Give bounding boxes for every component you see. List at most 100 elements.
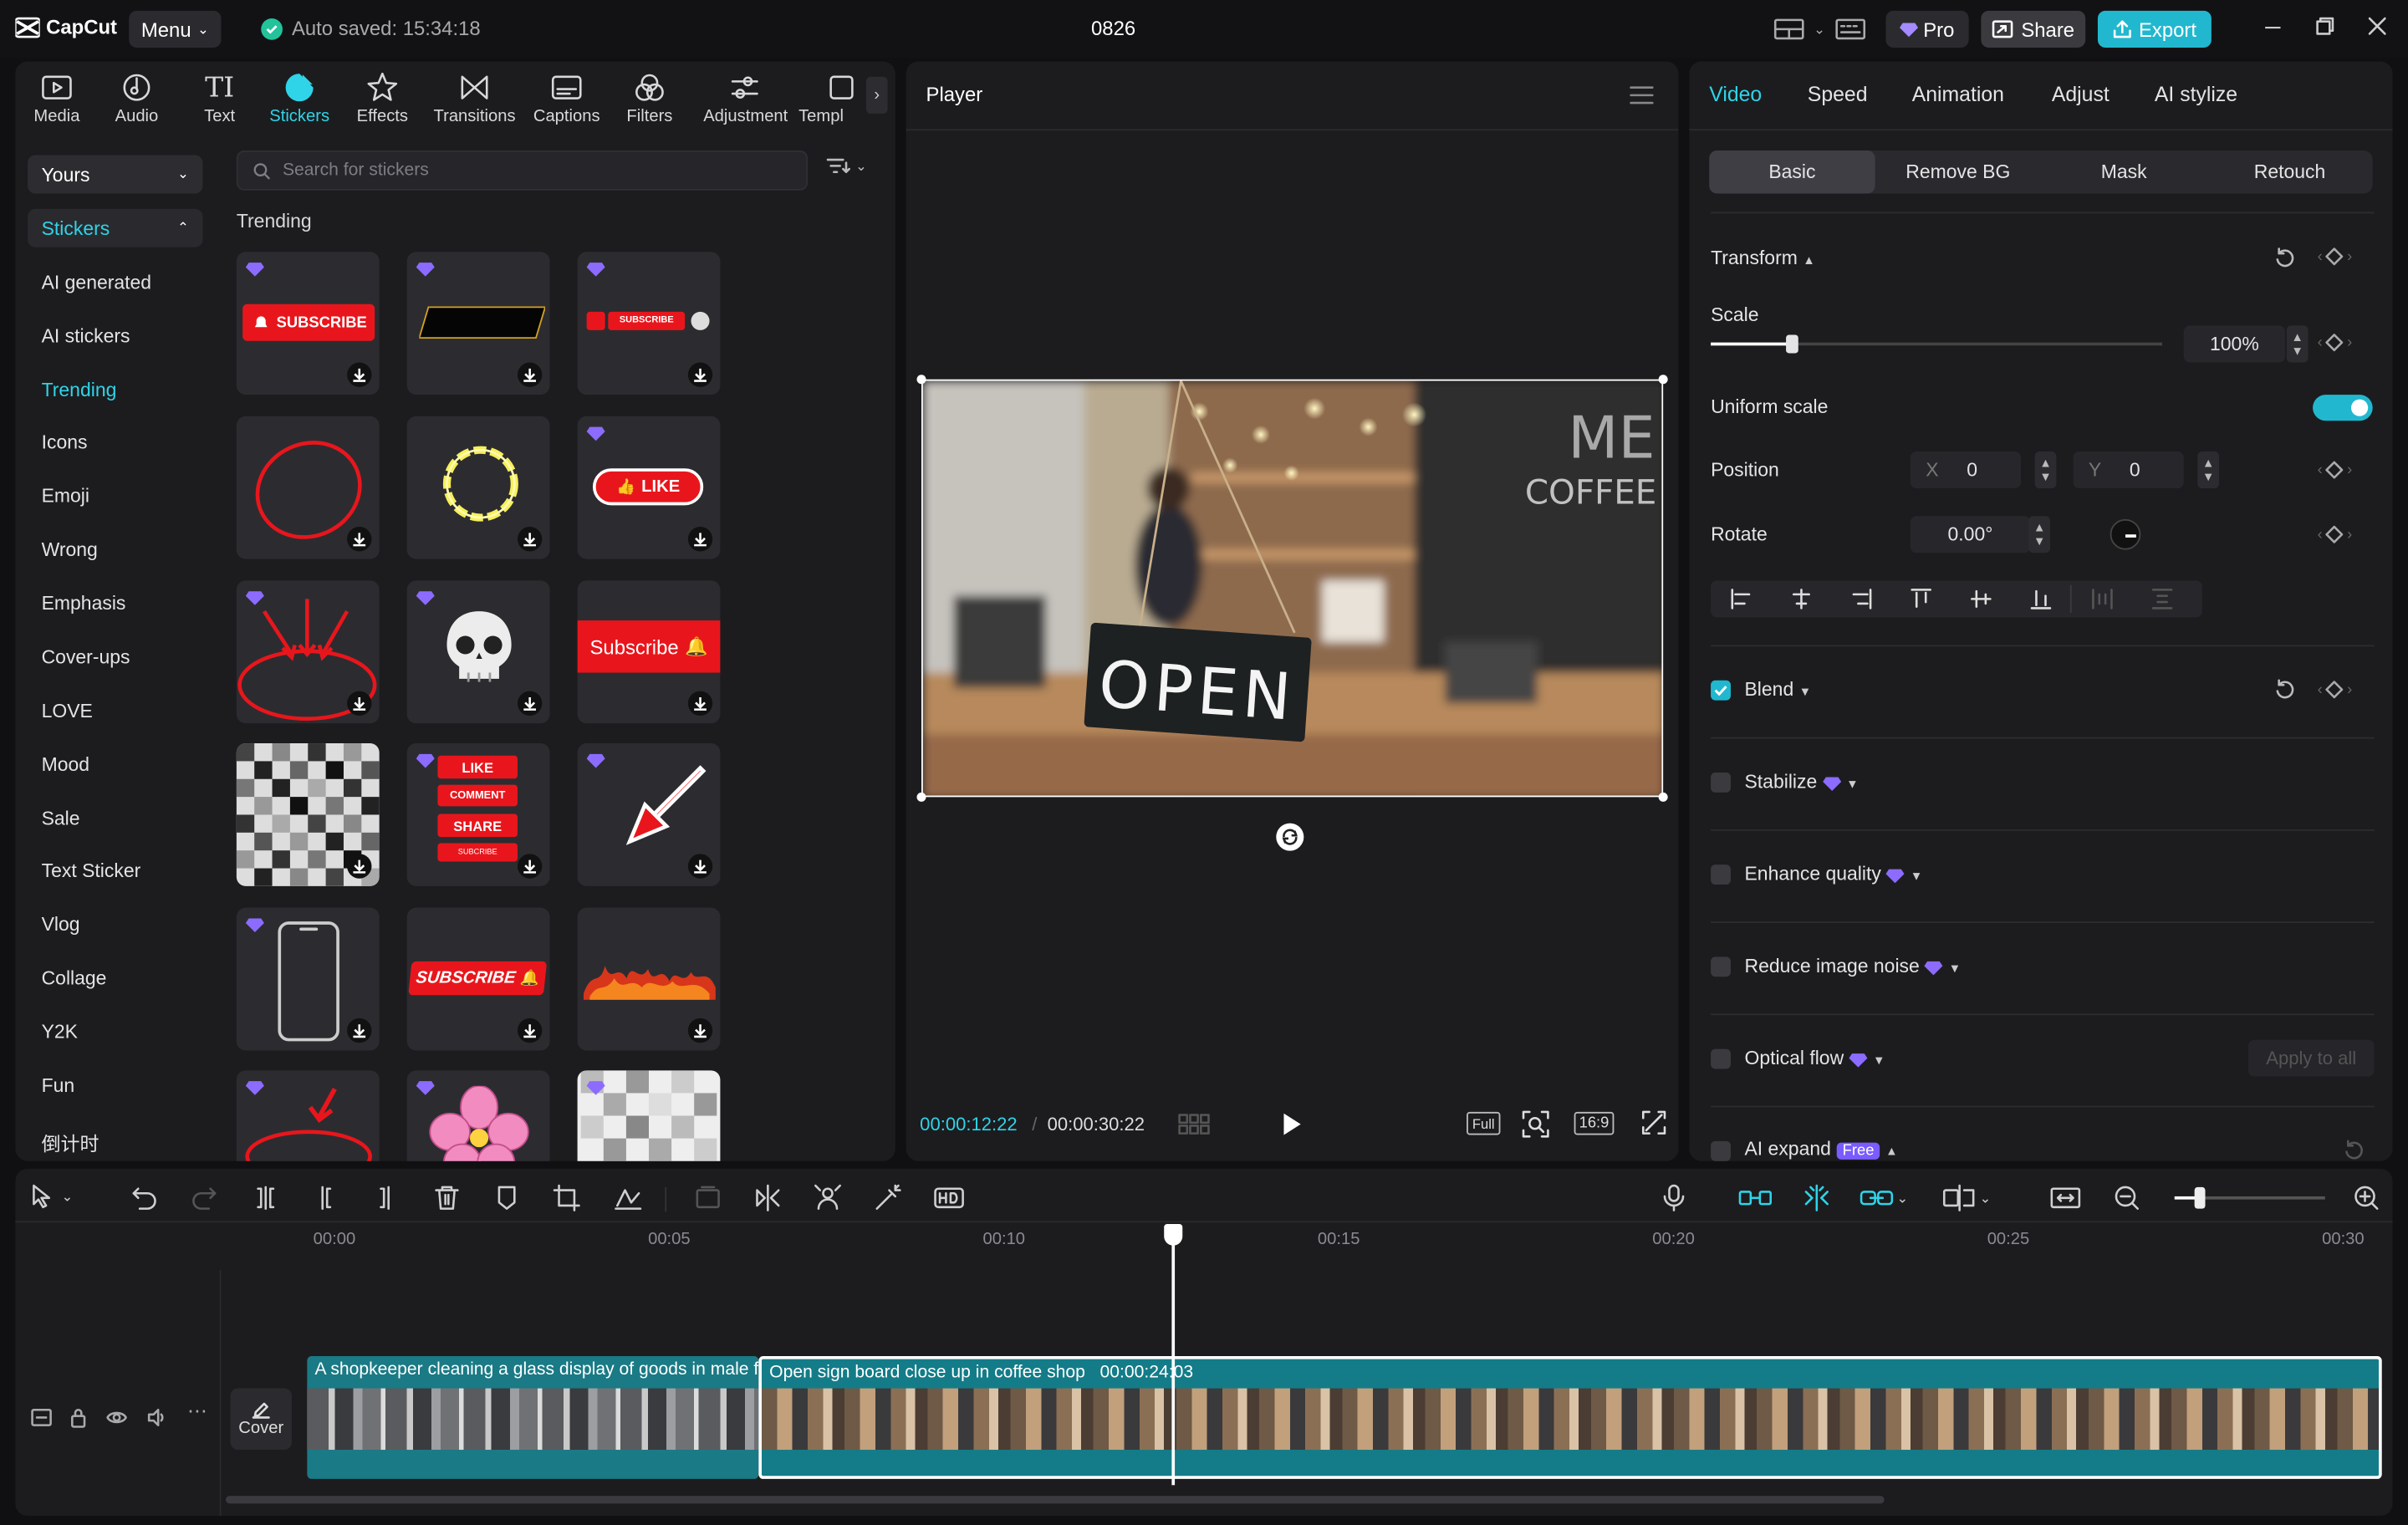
download-icon[interactable]	[517, 362, 543, 387]
tab-video[interactable]: Video	[1709, 83, 1762, 106]
layout-switcher[interactable]: ⌄	[1773, 17, 1865, 41]
download-icon[interactable]	[347, 691, 372, 716]
undo-icon[interactable]	[130, 1184, 158, 1211]
download-icon[interactable]	[347, 1018, 372, 1043]
timeline-grid-icon[interactable]	[1176, 1112, 1213, 1136]
zoom-fit-icon[interactable]	[1520, 1109, 1551, 1140]
category-ai-generated[interactable]: AI generated	[42, 272, 151, 293]
rotate-value-field[interactable]: 0.00°	[1910, 516, 2031, 553]
keyframe-icon[interactable]: ‹ ›	[2318, 247, 2352, 266]
sticker-glow-ring[interactable]	[406, 416, 550, 559]
share-button[interactable]: Share	[1981, 10, 2086, 48]
category-collage[interactable]: Collage	[42, 967, 107, 989]
tab-media[interactable]: Media	[15, 70, 98, 126]
tab-captions[interactable]: Captions	[525, 70, 608, 126]
zoom-slider[interactable]	[2174, 1186, 2325, 1209]
tab-adjustment[interactable]: Adjustment	[703, 70, 788, 126]
microphone-icon[interactable]	[1661, 1184, 1686, 1211]
search-input[interactable]: Search for stickers	[236, 150, 809, 191]
align-bottom-icon[interactable]	[2010, 589, 2070, 610]
magic-wand-icon[interactable]	[874, 1184, 901, 1211]
download-icon[interactable]	[347, 527, 372, 552]
sticker-pixel-mosaic[interactable]	[236, 743, 380, 886]
auto-snap-icon[interactable]	[1800, 1184, 1834, 1211]
blend-header[interactable]: Blend ▼	[1744, 679, 1811, 701]
fullscreen-icon[interactable]	[1640, 1109, 1668, 1136]
sticker-arrows-circle[interactable]	[236, 580, 380, 724]
close-icon[interactable]	[2368, 15, 2386, 37]
ai-expand-header[interactable]: AI expand Free ▲	[1744, 1138, 1898, 1160]
scale-slider-knob[interactable]	[1785, 334, 1798, 354]
align-right-icon[interactable]	[1830, 589, 1890, 610]
sticker-black-banner[interactable]	[406, 252, 550, 395]
category-icons[interactable]: Icons	[42, 431, 88, 453]
rotate-stepper[interactable]: ▲ ▼	[2028, 516, 2050, 553]
tab-effects[interactable]: Effects	[341, 70, 424, 126]
reset-icon[interactable]	[2274, 679, 2296, 701]
sticker-red-arrow[interactable]	[577, 743, 721, 886]
blend-checkbox[interactable]	[1711, 680, 1731, 701]
split-left-icon[interactable]	[312, 1184, 339, 1211]
redo-icon[interactable]	[191, 1184, 218, 1211]
playhead[interactable]	[1164, 1224, 1183, 1486]
category-love[interactable]: LOVE	[42, 701, 93, 722]
enhance-quality-checkbox[interactable]	[1711, 865, 1731, 885]
position-x-field[interactable]: X0	[1910, 451, 2022, 489]
download-icon[interactable]	[687, 854, 713, 879]
lock-icon[interactable]	[69, 1407, 88, 1429]
resize-handle[interactable]	[916, 375, 926, 385]
download-icon[interactable]	[347, 362, 372, 387]
scale-slider-track[interactable]	[1711, 334, 2163, 354]
download-icon[interactable]	[517, 691, 543, 716]
delete-icon[interactable]	[433, 1184, 461, 1211]
optical-flow-header[interactable]: Optical flow ▼	[1744, 1048, 1885, 1069]
tab-text[interactable]: TI Text	[178, 70, 261, 125]
download-icon[interactable]	[687, 362, 713, 387]
stabilize-checkbox[interactable]	[1711, 772, 1731, 793]
category-vlog[interactable]: Vlog	[42, 914, 80, 936]
category-mood[interactable]: Mood	[42, 754, 89, 776]
restore-icon[interactable]	[2316, 15, 2334, 37]
play-button[interactable]	[1281, 1112, 1303, 1136]
main-track-magnet-icon[interactable]	[1738, 1184, 1773, 1211]
position-y-field[interactable]: Y0	[2073, 451, 2184, 489]
keyframe-icon[interactable]: ‹ ›	[2318, 681, 2352, 699]
speaker-icon[interactable]	[145, 1407, 167, 1429]
reset-icon[interactable]	[2344, 1140, 2365, 1161]
eye-icon[interactable]	[106, 1407, 128, 1429]
zoom-in-icon[interactable]	[2353, 1184, 2380, 1211]
video-clip-open-sign[interactable]: Open sign board close up in coffee shop …	[758, 1355, 2382, 1479]
keyframe-icon[interactable]: ‹ ›	[2318, 525, 2352, 543]
cover-button[interactable]: Cover	[230, 1388, 292, 1451]
track-cover-icon[interactable]	[31, 1407, 53, 1429]
chevron-right-icon[interactable]: ›	[865, 76, 888, 114]
more-icon[interactable]: ⋯	[187, 1399, 207, 1423]
linkage-icon[interactable]: ⌄	[1860, 1184, 1908, 1211]
reduce-noise-header[interactable]: Reduce image noise ▼	[1744, 956, 1961, 977]
uniform-scale-toggle[interactable]	[2313, 395, 2373, 421]
resize-handle[interactable]	[1658, 792, 1668, 802]
category-fun[interactable]: Fun	[42, 1075, 75, 1097]
align-left-icon[interactable]	[1711, 589, 1771, 610]
tab-stickers[interactable]: Stickers	[258, 70, 341, 126]
stickers-dropdown[interactable]: Stickers ⌃	[28, 208, 203, 247]
aspect-ratio-button[interactable]: 16:9	[1574, 1111, 1615, 1135]
rotate-dial[interactable]	[2110, 518, 2141, 550]
pro-button[interactable]: Pro	[1885, 10, 1969, 48]
sticker-subscribe-bold[interactable]: SUBSCRIBE 🔔	[406, 907, 550, 1051]
category-ai-stickers[interactable]: AI stickers	[42, 325, 130, 347]
timeline-scrollbar[interactable]	[225, 1496, 1885, 1504]
tab-audio[interactable]: Audio	[95, 70, 178, 126]
minimize-icon[interactable]	[2263, 15, 2282, 37]
tab-speed[interactable]: Speed	[1808, 83, 1868, 106]
position-y-stepper[interactable]: ▲ ▼	[2197, 451, 2220, 489]
full-quality-button[interactable]: Full	[1467, 1111, 1501, 1135]
video-preview[interactable]: COFFEE ME OPEN	[921, 379, 1664, 798]
position-x-stepper[interactable]: ▲ ▼	[2034, 451, 2057, 489]
stabilize-header[interactable]: Stabilize ▼	[1744, 771, 1858, 793]
resize-handle[interactable]	[916, 792, 926, 802]
subtab-remove-bg[interactable]: Remove BG	[1875, 150, 2041, 193]
video-clip-shopkeeper[interactable]: A shopkeeper cleaning a glass display of…	[307, 1355, 759, 1479]
sticker-pink-flower[interactable]	[406, 1070, 550, 1161]
sticker-like-button[interactable]: 👍 LIKE	[577, 416, 721, 559]
